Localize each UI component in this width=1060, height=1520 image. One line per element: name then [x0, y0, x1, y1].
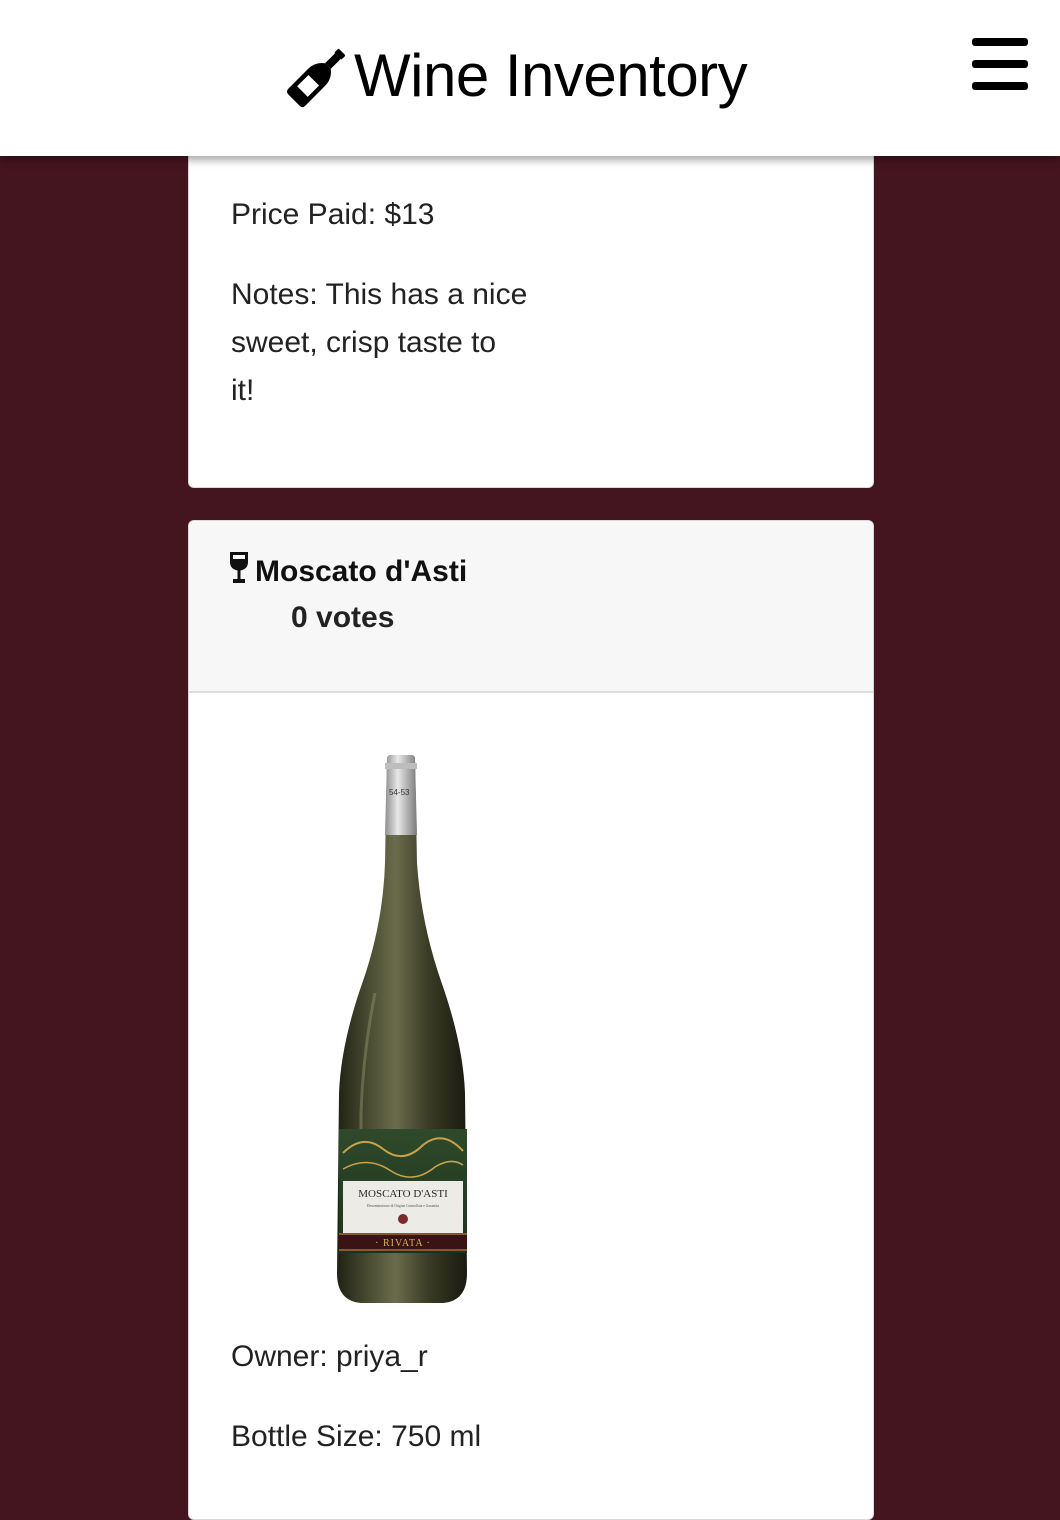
wine-card: Moscato d'Asti 0 votes 54-53 MOSCATO D'A…	[188, 520, 874, 1520]
label-subtext: Denominazione di Origine Controllata e G…	[367, 1204, 440, 1208]
wine-glass-icon	[229, 551, 249, 593]
wine-bottle-image: 54-53 MOSCATO D'ASTI Denominazione di Or…	[313, 753, 493, 1309]
brand-title: Wine Inventory	[354, 42, 748, 109]
brand-link[interactable]: Wine Inventory	[284, 36, 748, 116]
bottle-size: Bottle Size: 750 ml	[231, 1420, 482, 1453]
wine-card-header: Moscato d'Asti 0 votes	[189, 521, 873, 693]
hamburger-menu-icon	[972, 38, 1028, 46]
label-brand: · RIVATA ·	[375, 1238, 431, 1249]
notes: Notes: This has a nice sweet, crisp tast…	[231, 271, 527, 415]
label-name: MOSCATO D'ASTI	[358, 1188, 448, 1200]
price-paid: Price Paid: $13	[231, 198, 435, 231]
wine-card-previous: Price Paid: $13 Notes: This has a nice s…	[188, 120, 874, 488]
notes-line: it!	[231, 374, 255, 407]
hamburger-menu-button[interactable]	[968, 36, 1032, 92]
notes-line: Notes: This has a nice	[231, 278, 528, 311]
neck-code: 54-53	[389, 788, 410, 797]
notes-line: sweet, crisp taste to	[231, 326, 497, 359]
wine-title: Moscato d'Asti	[229, 551, 467, 593]
wine-name[interactable]: Moscato d'Asti	[255, 555, 467, 589]
owner: Owner: priya_r	[231, 1340, 428, 1373]
wine-bottle-icon	[284, 42, 352, 110]
vote-count: 0 votes	[291, 601, 395, 634]
top-navbar: Wine Inventory	[0, 0, 1060, 156]
